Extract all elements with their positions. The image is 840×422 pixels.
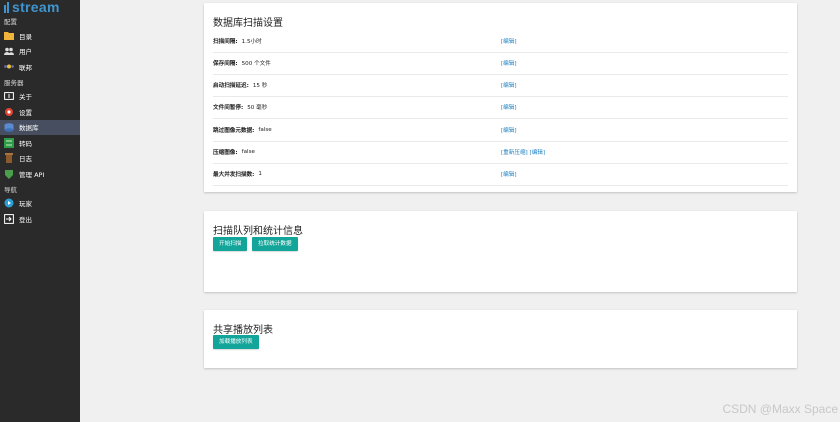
scan-settings-card: 数据库扫描设置 扫描间隔: 1.5小时 [编辑] 保存间隔: 500 个文件 [编辑] 启动… [204,3,797,192]
sidebar: stream 配置 目录用户联邦服务器关于设置数据库转码日志管理 API 导航 玩家登… [0,0,80,422]
setting-row: 压缩图像: false [重新压缩] [编辑] [213,141,788,164]
setting-row: 跳过图像元数据: false [编辑] [213,119,788,142]
load-playlists-button[interactable]: 加载播放列表 [213,335,259,349]
sidebar-section-title: 配置 [4,18,17,26]
log-icon [4,153,14,164]
sidebar-section-title: 服务器 [4,78,24,87]
sidebar-item-label: 管理 API [19,170,45,179]
edit-link[interactable]: [编辑] [501,105,517,111]
watermark: CSDN @Maxx Space [722,402,838,416]
sidebar-item-label: 联邦 [19,63,32,72]
setting-label: 保存间隔: [213,61,238,67]
app-logo[interactable]: stream [0,0,80,14]
scan-queue-card: 扫描队列和统计信息 开始扫描 拉取统计数据 [204,211,797,292]
logo-text: stream [12,0,60,15]
shared-playlists-title: 共享播放列表 [213,325,273,336]
setting-value: 1.5小时 [241,39,262,45]
sidebar-item-about[interactable]: 关于 [0,89,80,105]
scan-queue-title: 扫描队列和统计信息 [213,226,303,237]
edit-link[interactable]: [编辑] [501,83,517,89]
setting-value: 15 秒 [252,83,268,89]
transcode-icon [4,137,14,148]
sidebar-item-label: 关于 [19,93,32,102]
sidebar-item-logout[interactable]: 登出 [0,211,80,227]
sidebar-item-log[interactable]: 日志 [0,151,80,167]
edit-link[interactable]: [编辑] [530,150,546,156]
sidebar-item-settings[interactable]: 设置 [0,104,80,120]
setting-actions: [编辑] [501,170,517,178]
sidebar-item-users[interactable]: 用户 [0,44,80,60]
sidebar-item-label: 转码 [19,139,32,148]
shared-playlists-card: 共享播放列表 加载播放列表 [204,310,797,368]
setting-row: 文件间暂停: 50 毫秒 [编辑] [213,96,788,119]
setting-label: 跳过图像元数据: [213,128,255,134]
sidebar-item-folder[interactable]: 目录 [0,28,80,44]
sidebar-item-label: 用户 [19,48,32,57]
sidebar-item-play[interactable]: 玩家 [0,196,80,212]
sidebar-item-label: 日志 [19,155,32,164]
sidebar-item-database[interactable]: 数据库 [0,119,80,135]
setting-actions: [编辑] [501,126,517,134]
setting-label: 最大并发扫描数: [213,172,255,178]
setting-value: false [258,127,272,133]
get-stats-button[interactable]: 拉取统计数据 [252,237,298,251]
folder-icon [4,31,14,41]
setting-label: 压缩图像: [213,150,238,156]
sidebar-item-label: 登出 [19,215,32,224]
setting-actions: [编辑] [501,59,517,67]
setting-value: false [241,149,255,155]
sidebar-section-title: 导航 [4,185,17,194]
edit-link[interactable]: [编辑] [501,39,517,45]
setting-actions: [编辑] [501,81,517,89]
setting-row: 扫描间隔: 1.5小时 [编辑] [213,30,788,53]
federation-icon [4,62,14,72]
sidebar-item-api[interactable]: 管理 API [0,166,80,182]
api-icon [4,169,14,179]
logo-icon [4,1,9,13]
start-scan-button[interactable]: 开始扫描 [213,237,248,251]
setting-actions: [编辑] [501,37,517,45]
sidebar-item-label: 目录 [19,32,32,41]
settings-icon [4,107,14,117]
about-icon [4,91,14,101]
users-icon [4,46,14,56]
setting-row: 最大并发扫描数: 1 [编辑] [213,163,788,186]
edit-link[interactable]: [编辑] [501,172,517,178]
scan-settings-title: 数据库扫描设置 [213,18,283,29]
setting-actions: [编辑] [501,103,517,111]
play-icon [4,198,14,208]
edit-link[interactable]: [编辑] [501,128,517,134]
logout-icon [4,213,14,224]
database-icon [4,122,14,132]
edit-link[interactable]: [编辑] [501,61,517,67]
setting-value: 500 个文件 [241,61,271,67]
setting-label: 文件间暂停: [213,105,244,111]
sidebar-item-label: 数据库 [19,124,39,133]
recompress-link[interactable]: [重新压缩] [501,150,528,156]
setting-actions: [重新压缩] [编辑] [501,148,545,156]
main-content: 数据库扫描设置 扫描间隔: 1.5小时 [编辑] 保存间隔: 500 个文件 [编辑] 启动… [80,0,840,422]
setting-row: 启动扫描延迟: 15 秒 [编辑] [213,74,788,97]
sidebar-item-label: 设置 [19,108,32,117]
sidebar-item-federation[interactable]: 联邦 [0,59,80,75]
setting-row: 保存间隔: 500 个文件 [编辑] [213,52,788,75]
sidebar-item-label: 玩家 [19,200,32,209]
setting-value: 1 [258,171,262,177]
setting-value: 50 毫秒 [247,105,268,111]
sidebar-item-transcode[interactable]: 转码 [0,135,80,151]
setting-label: 扫描间隔: [213,39,238,45]
setting-label: 启动扫描延迟: [213,83,249,89]
